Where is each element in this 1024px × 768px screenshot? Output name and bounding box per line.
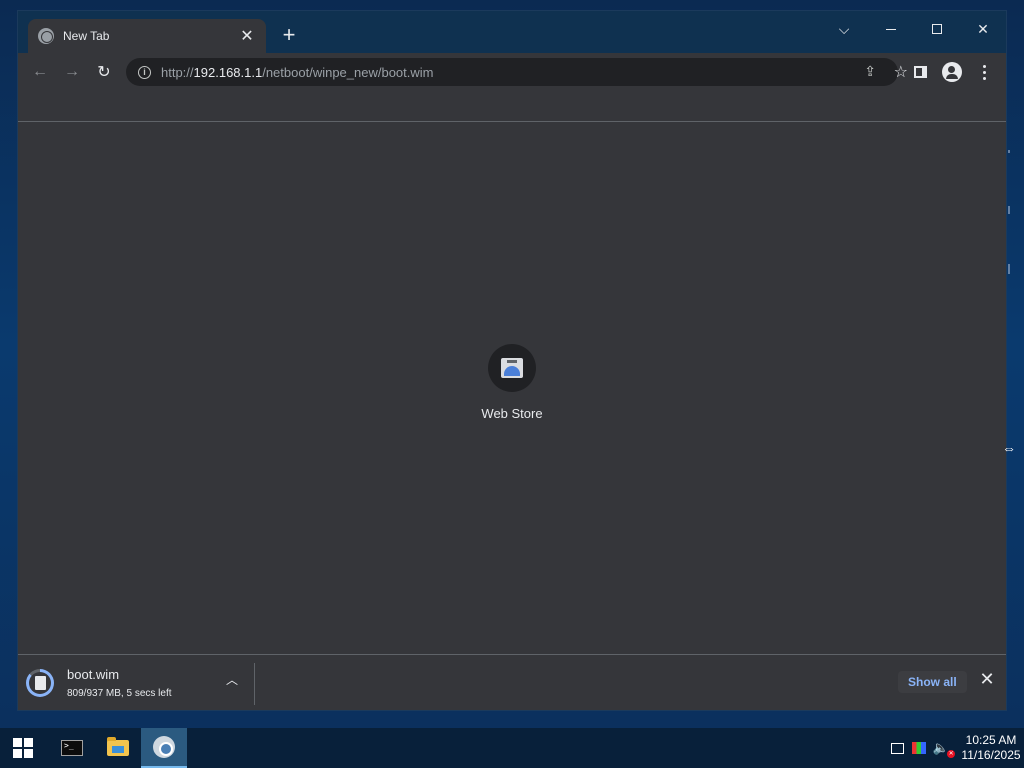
close-icon[interactable]: ✕ [238,26,256,46]
windows-logo-icon [13,738,33,758]
shortcut-web-store[interactable]: Web Store [470,344,554,421]
download-progress-ring [26,669,54,697]
side-panel-icon [913,66,927,78]
divider [254,663,255,705]
desktop-edge-mark [1008,150,1010,153]
url-scheme: http:// [161,64,194,80]
chrome-icon [153,736,175,758]
back-arrow-icon: ← [32,63,48,80]
start-button[interactable] [0,728,46,768]
chevron-down-icon: ⌵ [838,20,850,37]
tab-search-button[interactable]: ⌵ [821,15,867,43]
reload-icon: ↻ [97,64,111,81]
maximize-button[interactable] [914,15,960,43]
new-tab-button[interactable]: + [276,23,302,49]
download-item[interactable]: boot.wim 809/937 MB, 5 secs left [26,661,254,705]
clock-time: 10:25 AM [965,733,1017,747]
taskbar-app-file-explorer[interactable] [95,728,141,768]
tray-network[interactable] [886,728,908,768]
resize-cursor: ⇔ [1002,440,1016,456]
info-icon[interactable]: i [138,65,151,79]
forward-button[interactable]: → [58,58,86,86]
url-host: 192.168.1.1 [193,64,263,80]
toolbar: ← → ↻ i http://192.168.1.1/netboot/winpe… [18,53,1006,91]
side-panel-button[interactable] [906,58,934,86]
chevron-up-icon[interactable]: ︿ [222,671,242,688]
shortcut-tile [488,344,536,392]
maximize-icon [932,24,942,34]
minimize-icon [886,28,896,30]
close-shelf-button[interactable]: ✕ [976,669,998,690]
new-tab-page: Web Store [18,123,1006,654]
globe-icon [38,28,54,44]
download-filename: boot.wim [67,667,120,682]
volume-muted-icon: 🔈 ✕ [933,740,956,758]
terminal-icon [61,740,83,756]
tab-title: New Tab [63,29,110,43]
tray-color[interactable] [908,728,930,768]
profile-button[interactable] [938,58,966,86]
tab-new-tab[interactable]: New Tab ✕ [28,19,266,53]
bookmarks-bar [18,91,1006,122]
menu-button[interactable] [970,58,998,86]
download-status: 809/937 MB, 5 secs left [67,688,172,699]
browser-window: New Tab ✕ + ⌵ ✕ ← → ↻ i http://192.168.1… [17,10,1007,711]
desktop-edge-mark [1008,206,1010,214]
close-window-button[interactable]: ✕ [960,15,1006,43]
url-text[interactable]: http://192.168.1.1/netboot/winpe_new/boo… [161,65,434,80]
clock-date: 11/16/2025 [961,748,1021,762]
taskbar-clock[interactable]: 10:25 AM 11/16/2025 [958,733,1024,763]
close-icon: ✕ [977,20,989,37]
tray-volume[interactable]: 🔈 ✕ [930,728,956,768]
color-icon [912,742,926,754]
muted-badge: ✕ [947,750,956,758]
file-icon [35,676,46,690]
web-store-icon [501,358,523,378]
forward-arrow-icon: → [64,63,80,80]
download-shelf: boot.wim 809/937 MB, 5 secs left ︿ Show … [18,654,1006,710]
address-bar[interactable]: i http://192.168.1.1/netboot/winpe_new/b… [126,58,908,86]
shortcut-label: Web Store [481,406,543,421]
url-path: /netboot/winpe_new/boot.wim [262,64,434,80]
taskbar-app-terminal[interactable] [49,728,95,768]
share-icon[interactable]: ⇪ [864,63,876,80]
back-button[interactable]: ← [26,58,54,86]
minimize-button[interactable] [868,15,914,43]
show-all-button[interactable]: Show all [898,671,967,693]
system-tray: 🔈 ✕ 10:25 AM 11/16/2025 [886,728,1024,768]
menu-dots-icon [982,64,986,80]
reload-button[interactable]: ↻ [90,58,118,86]
profile-icon [942,62,962,82]
taskbar: 🔈✕ 10:25 AM 11/16/2025 [0,728,1024,768]
download-text: boot.wim 809/937 MB, 5 secs left [67,667,172,699]
taskbar-app-chrome[interactable] [141,728,187,768]
desktop-edge-mark [1008,264,1010,274]
folder-icon [107,737,129,756]
network-icon [890,742,904,754]
